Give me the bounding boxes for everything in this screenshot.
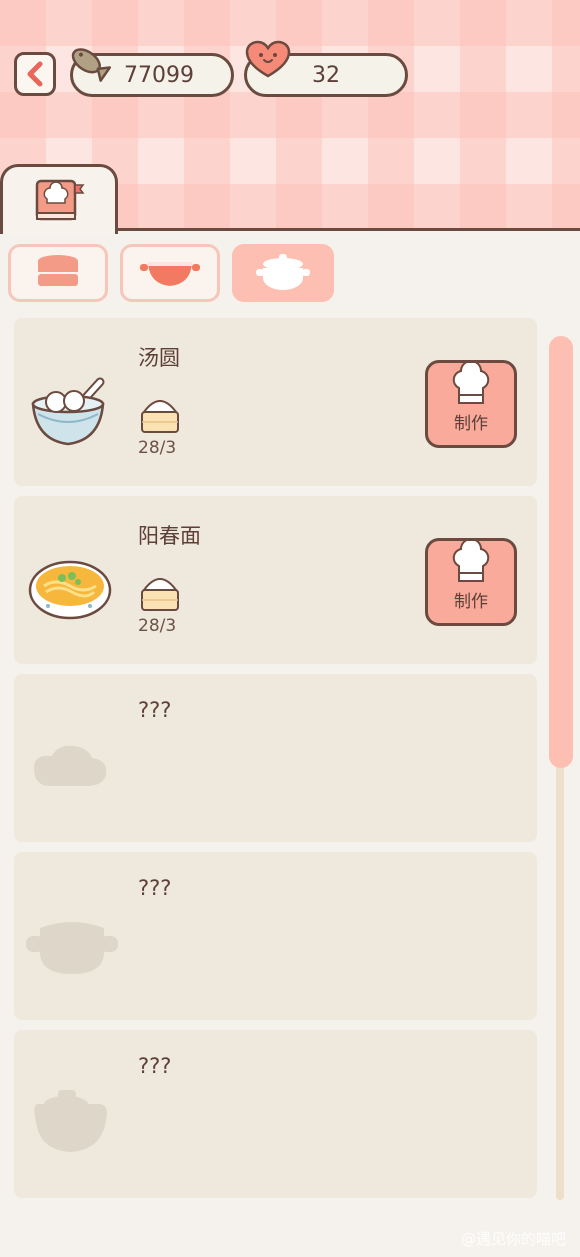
category-steamer[interactable] [8,244,108,302]
back-button[interactable] [14,52,56,96]
recipe-name: 汤圆 [138,346,180,370]
category-pot[interactable] [232,244,334,302]
wok-icon [140,262,200,286]
fish-icon [64,38,112,90]
tab-recipe-book[interactable] [0,164,118,234]
watermark: @遇见你的喵吧 [460,1230,566,1248]
recipe-name: 阳春面 [138,524,201,548]
chevron-left-icon [27,61,43,87]
recipe-card-locked: ??? [14,1030,537,1198]
heart-count: 32 [312,62,340,88]
chef-hat-icon [452,363,490,404]
recipe-book-icon [35,179,85,220]
recipe-card: 汤圆 28/3 制作 [14,318,537,486]
locked-pot-icon [24,902,120,986]
noodle-bowl-icon [28,546,112,630]
make-button-label: 制作 [454,592,488,612]
ingredient-count: 28/3 [138,438,177,458]
make-button[interactable]: 制作 [425,360,517,448]
locked-dish-icon [28,724,112,808]
recipe-card-locked: ??? [14,852,537,1020]
make-button-label: 制作 [454,414,488,434]
tangyuan-bowl-icon [28,368,108,452]
fish-count: 77099 [124,62,194,88]
locked-jar-icon [28,1080,112,1164]
make-button[interactable]: 制作 [425,538,517,626]
pot-icon [256,254,310,290]
steamer-icon [38,255,78,286]
recipe-name: ??? [138,876,172,900]
recipe-card-locked: ??? [14,674,537,842]
dumpling-icon [138,570,182,618]
recipe-card: 阳春面 28/3 制作 [14,496,537,664]
scrollbar-thumb[interactable] [549,336,573,768]
category-wok[interactable] [120,244,220,302]
dumpling-icon [138,392,182,440]
recipe-name: ??? [138,1054,172,1078]
chef-hat-icon [452,541,490,582]
tab-divider [116,228,580,231]
ingredient-count: 28/3 [138,616,177,636]
recipe-name: ??? [138,698,172,722]
heart-icon [244,40,292,84]
